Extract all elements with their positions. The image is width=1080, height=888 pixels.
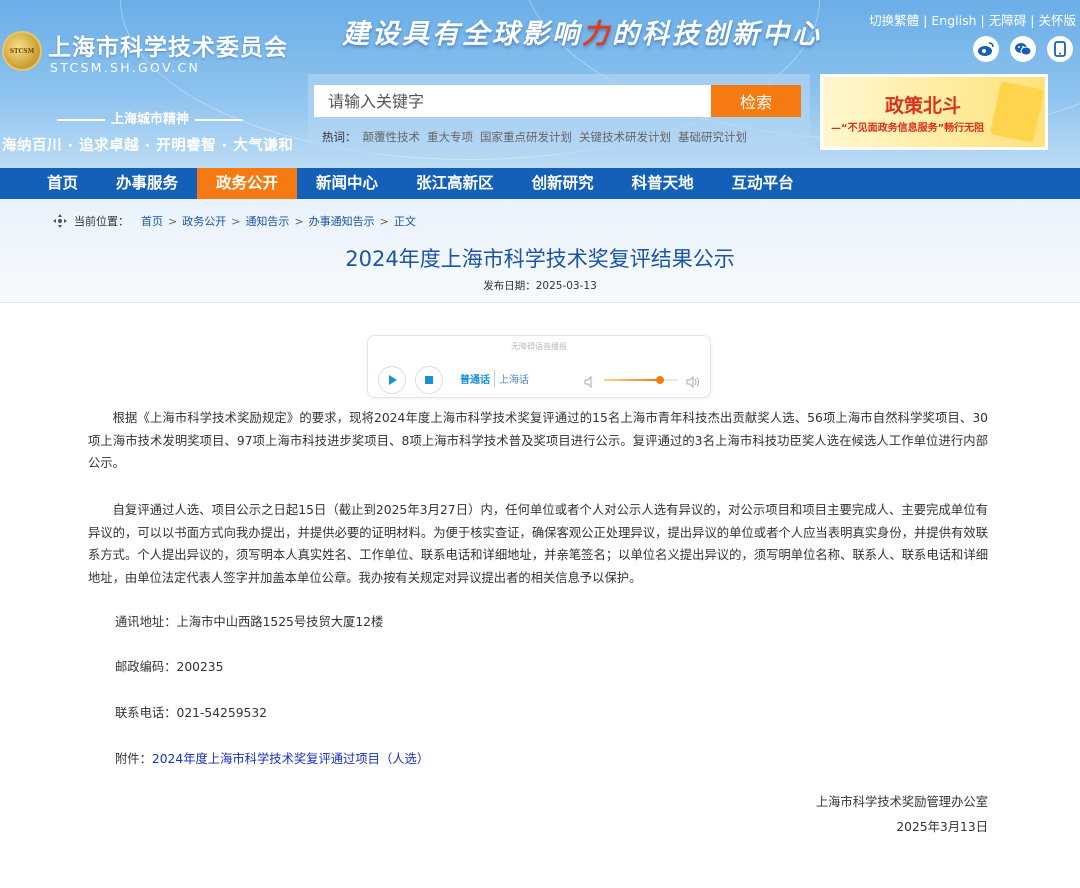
breadcrumb: 当前位置： 首页 > 政务公开 > 通知告示 > 办事通知告示 > 正文 — [52, 213, 416, 229]
hot-word[interactable]: 重大专项 — [427, 130, 473, 144]
banner-illustration — [989, 81, 1045, 143]
breadcrumb-gov-affairs[interactable]: 政务公开 — [182, 213, 226, 229]
volume-knob[interactable] — [655, 376, 664, 384]
top-links: 切换繁體 | English | 无障碍 | 关怀版 — [869, 13, 1076, 28]
nav-item-interaction[interactable]: 互动平台 — [713, 168, 813, 199]
audio-hint: 无障碍语音播报 — [511, 342, 567, 351]
slogan-part2: 的科技创新中心 — [612, 19, 822, 50]
zip-value: 200235 — [176, 660, 224, 674]
nav-item-news[interactable]: 新闻中心 — [297, 168, 397, 199]
contact-address: 通讯地址：上海市中山西路1525号技贸大厦12楼 — [115, 611, 383, 633]
weibo-icon[interactable] — [973, 36, 999, 62]
zip-label: 邮政编码： — [115, 660, 177, 674]
play-button[interactable] — [378, 366, 406, 394]
link-traditional[interactable]: 切换繁體 — [869, 13, 919, 28]
attachment-link[interactable]: 2024年度上海市科学技术奖复评通过项目（人选） — [152, 752, 429, 766]
logo-mark-text: STCSM — [9, 47, 35, 55]
contact-phone: 联系电话：021-54259532 — [115, 702, 267, 724]
volume-fill — [604, 379, 660, 381]
lang-shanghainese[interactable]: 上海话 — [494, 369, 533, 387]
lang-mandarin[interactable]: 普通话 — [456, 370, 494, 387]
phone-value: 021-54259532 — [176, 706, 268, 720]
wechat-icon[interactable] — [1010, 36, 1036, 62]
site-domain: STCSM.SH.GOV.CN — [50, 60, 201, 75]
publish-date: 发布日期：2025-03-13 — [483, 280, 597, 292]
nav-item-innovation[interactable]: 创新研究 — [513, 168, 613, 199]
nav-item-zhangjiang[interactable]: 张江高新区 — [397, 168, 513, 199]
volume-high-icon[interactable] — [686, 373, 700, 392]
breadcrumb-label: 当前位置： — [74, 215, 129, 228]
breadcrumb-current: 正文 — [393, 215, 416, 228]
policy-beidou-banner[interactable]: 政策北斗 —“不见面政务信息服务”畅行无阻 — [820, 74, 1048, 150]
slogan-part1: 建设具有全球影响 — [342, 19, 582, 50]
article-header: 当前位置： 首页 > 政务公开 > 通知告示 > 办事通知告示 > 正文 2024年度上… — [0, 199, 1080, 303]
volume-slider[interactable] — [604, 376, 678, 384]
address-label: 通讯地址： — [115, 615, 177, 629]
dialect-switch: 普通话 上海话 — [456, 368, 533, 388]
location-icon — [52, 213, 68, 229]
breadcrumb-notices[interactable]: 通知告示 — [245, 213, 289, 229]
search-button[interactable]: 检索 — [711, 85, 801, 117]
city-spirit-title: 上海城市精神 — [0, 108, 300, 127]
breadcrumb-service-notices[interactable]: 办事通知告示 — [309, 213, 375, 229]
phone-label: 联系电话： — [115, 706, 177, 720]
logo-emblem[interactable]: STCSM — [2, 31, 42, 71]
search-input[interactable] — [314, 85, 712, 117]
hot-word[interactable]: 基础研究计划 — [678, 130, 747, 144]
audio-reader: 无障碍语音播报 普通话 上海话 — [367, 335, 711, 398]
hot-words-label: 热词： — [322, 130, 357, 144]
link-accessibility[interactable]: 无障碍 — [989, 13, 1027, 28]
play-icon — [389, 375, 397, 385]
slogan-highlight: 力 — [582, 19, 612, 50]
stop-button[interactable] — [415, 366, 443, 394]
signature-date: 2025年3月13日 — [896, 820, 988, 834]
main-nav: 首页 办事服务 政务公开 新闻中心 张江高新区 创新研究 科普天地 互动平台 — [0, 168, 1080, 199]
site-title[interactable]: 上海市科学技术委员会 — [48, 28, 288, 62]
site-header: STCSM 上海市科学技术委员会 STCSM.SH.GOV.CN 建设具有全球影… — [0, 0, 1080, 168]
slogan: 建设具有全球影响力的科技创新中心 — [342, 12, 822, 51]
article-paragraph: 自复评通过人选、项目公示之日起15日（截止到2025年3月27日）内，任何单位或… — [88, 503, 988, 585]
contact-zip: 邮政编码：200235 — [115, 656, 223, 678]
attachment: 附件：2024年度上海市科学技术奖复评通过项目（人选） — [115, 748, 429, 770]
nav-item-services[interactable]: 办事服务 — [97, 168, 197, 199]
stop-icon — [425, 376, 433, 384]
nav-item-popular-science[interactable]: 科普天地 — [613, 168, 713, 199]
attachment-label: 附件： — [115, 752, 152, 766]
hot-word[interactable]: 颠覆性技术 — [363, 130, 421, 144]
hot-words: 热词： 颠覆性技术 重大专项 国家重点研发计划 关键技术研发计划 基础研究计划 — [322, 129, 754, 145]
hot-word[interactable]: 关键技术研发计划 — [579, 130, 671, 144]
search-panel: 检索 热词： 颠覆性技术重大专项国家重点研发计划关键技术研发计划基础研究计划 — [308, 74, 810, 154]
article-paragraph: 根据《上海市科学技术奖励规定》的要求，现将2024年度上海市科学技术奖复评通过的… — [88, 411, 988, 470]
banner-title: 政策北斗 — [885, 95, 962, 117]
nav-item-home[interactable]: 首页 — [28, 168, 97, 199]
link-care-mode[interactable]: 关怀版 — [1038, 13, 1076, 28]
signature-office: 上海市科学技术奖励管理办公室 — [815, 795, 988, 809]
breadcrumb-home[interactable]: 首页 — [141, 213, 163, 229]
hot-word[interactable]: 国家重点研发计划 — [480, 130, 572, 144]
address-value: 上海市中山西路1525号技贸大厦12楼 — [176, 615, 384, 629]
nav-item-gov-affairs[interactable]: 政务公开 — [197, 168, 298, 199]
volume-low-icon[interactable] — [584, 373, 596, 392]
city-spirit-text: 海纳百川 · 追求卓越 · 开明睿智 · 大气谦和 — [2, 138, 294, 154]
article-title: 2024年度上海市科学技术奖复评结果公示 — [345, 247, 735, 271]
banner-subtitle: —“不见面政务信息服务”畅行无阻 — [831, 123, 985, 134]
mobile-icon[interactable] — [1047, 36, 1073, 62]
link-english[interactable]: English — [931, 13, 976, 28]
